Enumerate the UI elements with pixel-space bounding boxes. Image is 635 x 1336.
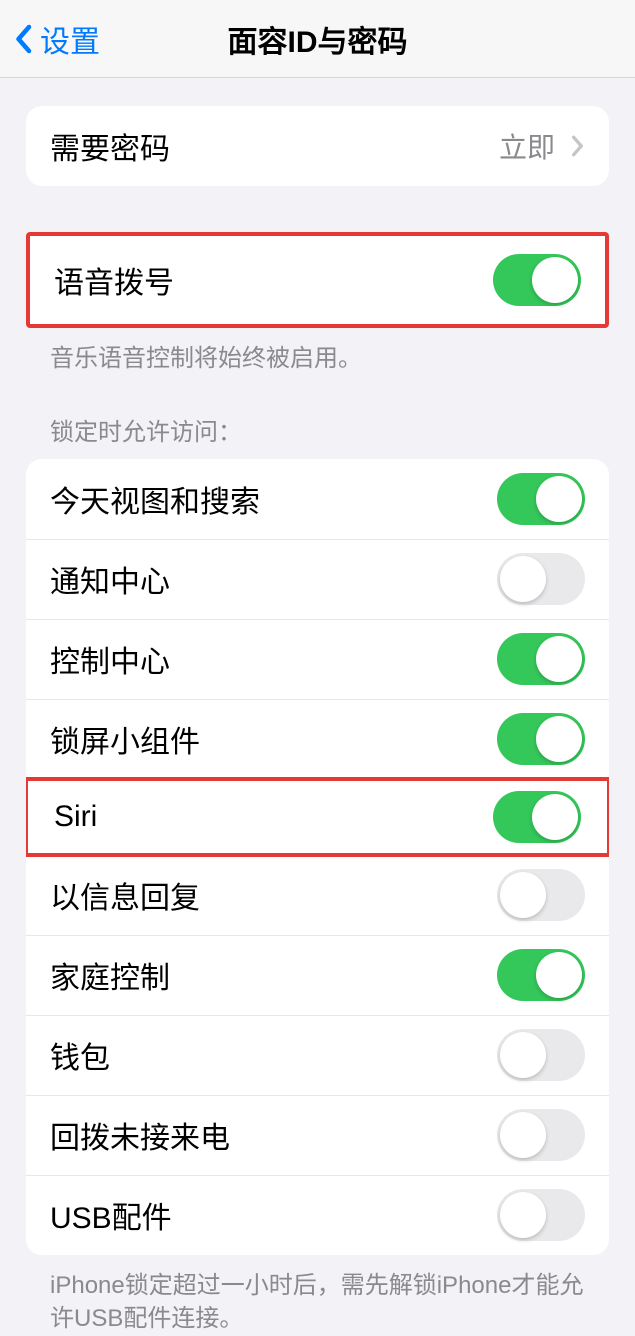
back-button[interactable]: 设置 <box>0 17 100 61</box>
lock-access-row: 以信息回复 <box>26 855 609 935</box>
lock-access-toggle[interactable] <box>497 553 585 605</box>
toggle-knob <box>536 636 582 682</box>
lock-access-row: Siri <box>26 777 609 857</box>
row-label: USB配件 <box>50 1193 172 1237</box>
lock-access-toggle[interactable] <box>497 1189 585 1241</box>
toggle-knob <box>536 952 582 998</box>
lock-access-toggle[interactable] <box>497 869 585 921</box>
chevron-left-icon <box>14 24 32 54</box>
lock-access-row: 回拨未接来电 <box>26 1095 609 1175</box>
lock-access-toggle[interactable] <box>497 949 585 1001</box>
lock-access-row: 钱包 <box>26 1015 609 1095</box>
lock-access-toggle[interactable] <box>497 473 585 525</box>
page-title: 面容ID与密码 <box>228 17 408 61</box>
row-label: Siri <box>54 800 97 834</box>
require-passcode-row[interactable]: 需要密码 立即 <box>26 106 609 186</box>
back-label: 设置 <box>40 17 100 61</box>
voice-dial-toggle[interactable] <box>493 254 581 306</box>
row-label: 钱包 <box>50 1033 110 1077</box>
passcode-group: 需要密码 立即 <box>26 106 609 186</box>
toggle-knob <box>532 794 578 840</box>
toggle-knob <box>500 1192 546 1238</box>
toggle-knob <box>536 716 582 762</box>
lock-access-row: USB配件 <box>26 1175 609 1255</box>
lock-access-footer: iPhone锁定超过一小时后，需先解锁iPhone才能允许USB配件连接。 <box>0 1255 635 1336</box>
lock-access-row: 家庭控制 <box>26 935 609 1015</box>
lock-access-group: 今天视图和搜索通知中心控制中心锁屏小组件 Siri 以信息回复家庭控制钱包回拨未接来… <box>26 459 609 1255</box>
lock-access-toggle[interactable] <box>497 713 585 765</box>
toggle-knob <box>500 872 546 918</box>
toggle-knob <box>500 1112 546 1158</box>
chevron-right-icon <box>571 135 585 157</box>
row-label: 需要密码 <box>50 124 170 168</box>
toggle-knob <box>532 257 578 303</box>
voice-dial-group: 语音拨号 <box>26 232 609 328</box>
lock-access-row: 今天视图和搜索 <box>26 459 609 539</box>
row-value-container: 立即 <box>499 126 585 166</box>
voice-dial-row: 语音拨号 <box>30 236 605 324</box>
lock-access-toggle[interactable] <box>497 1029 585 1081</box>
toggle-knob <box>536 476 582 522</box>
content: 需要密码 立即 语音拨号 音乐语音控制将始终被启用。 锁定时允许访问： 今天视图… <box>0 106 635 1336</box>
row-label: 回拨未接来电 <box>50 1113 230 1157</box>
lock-access-toggle[interactable] <box>497 1109 585 1161</box>
row-label: 今天视图和搜索 <box>50 477 260 521</box>
lock-access-row: 锁屏小组件 <box>26 699 609 779</box>
navigation-bar: 设置 面容ID与密码 <box>0 0 635 78</box>
lock-access-toggle[interactable] <box>497 633 585 685</box>
row-value: 立即 <box>499 126 555 166</box>
lock-access-toggle[interactable] <box>493 791 581 843</box>
row-label: 通知中心 <box>50 557 170 601</box>
lock-access-row: 通知中心 <box>26 539 609 619</box>
row-label: 锁屏小组件 <box>50 717 200 761</box>
toggle-knob <box>500 556 546 602</box>
row-label: 控制中心 <box>50 637 170 681</box>
lock-access-header: 锁定时允许访问： <box>0 412 635 459</box>
row-label: 家庭控制 <box>50 953 170 997</box>
lock-access-row: 控制中心 <box>26 619 609 699</box>
row-label: 以信息回复 <box>50 873 200 917</box>
voice-dial-footer: 音乐语音控制将始终被启用。 <box>0 328 635 376</box>
toggle-knob <box>500 1032 546 1078</box>
row-label: 语音拨号 <box>54 258 174 302</box>
